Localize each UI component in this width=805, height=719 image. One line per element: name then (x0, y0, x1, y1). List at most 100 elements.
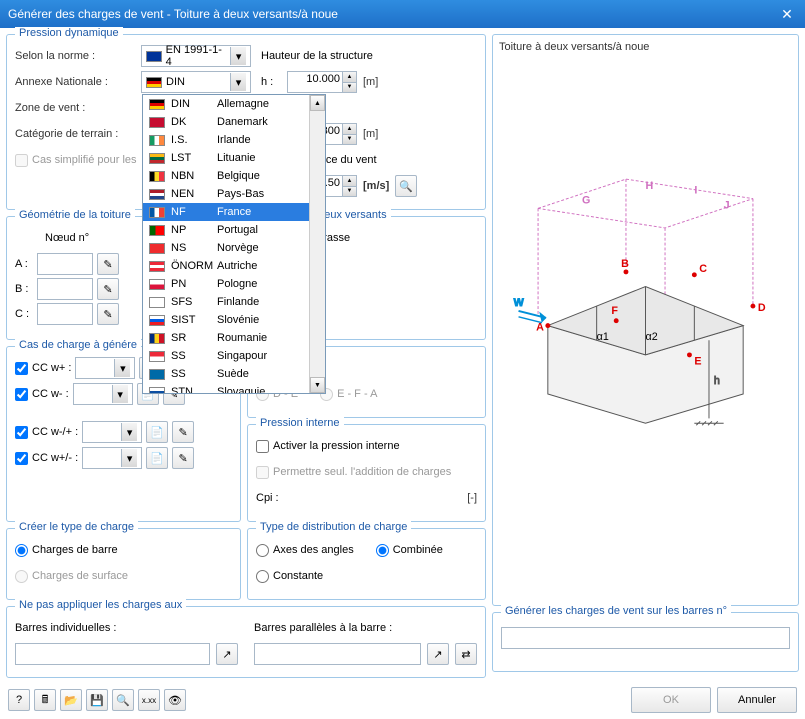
h-value: 10.000 (306, 73, 340, 85)
group-title-cas: Cas de charge à génére (15, 339, 141, 351)
help-button[interactable]: ? (8, 689, 30, 711)
cc-wm-check[interactable] (15, 388, 28, 401)
save-button[interactable]: 💾 (86, 689, 108, 711)
roof-diagram: A B C D E F G H I J W (499, 57, 792, 477)
ok-button: OK (631, 687, 711, 713)
norm-select[interactable]: EN 1991-1-4 ▾ (141, 45, 251, 67)
pick-par-button[interactable]: ↗ (427, 643, 449, 665)
cc-wp-select[interactable]: ▾ (75, 357, 135, 379)
surf-radio (15, 570, 28, 583)
simplified-check-input[interactable] (15, 154, 28, 167)
annex-option-np[interactable]: NPPortugal (143, 221, 325, 239)
diag-D: D (758, 302, 766, 314)
annex-country: Belgique (217, 170, 260, 182)
footer: ? 🖩 📂 💾 🔍 x.xx 👁 OK Annuler (8, 687, 797, 713)
annex-option-i.s.[interactable]: I.S.Irlande (143, 131, 325, 149)
bar-label: Charges de barre (32, 544, 118, 556)
diag-H: H (646, 180, 654, 192)
norm-label: Selon la norme : (15, 50, 135, 62)
annex-option-sist[interactable]: SISTSlovénie (143, 311, 325, 329)
ind-input[interactable] (15, 643, 210, 665)
group-title-geom: Géométrie de la toiture (15, 209, 135, 221)
annex-option-ss[interactable]: SSSingapour (143, 347, 325, 365)
at-flag-icon (149, 261, 165, 272)
scroll-down-icon[interactable]: ▼ (310, 377, 325, 393)
diag-a1: α1 (597, 331, 609, 343)
annex-code: PN (171, 278, 211, 290)
node-b-input[interactable] (37, 278, 93, 300)
annex-option-önorm[interactable]: ÖNORMAutriche (143, 257, 325, 275)
pick-b-button[interactable]: ✎ (97, 278, 119, 300)
calc-button[interactable]: 🖩 (34, 689, 56, 711)
par-input[interactable] (254, 643, 421, 665)
h-spinner[interactable]: ▲▼ (342, 72, 356, 92)
chevron-down-icon: ▾ (230, 73, 246, 91)
bar-radio[interactable] (15, 544, 28, 557)
diag-h: h (714, 375, 720, 387)
cc-wmp-edit[interactable]: ✎ (172, 421, 194, 443)
cc-wmp-check[interactable] (15, 426, 28, 439)
comb-radio[interactable] (376, 544, 389, 557)
si-flag-icon (149, 315, 165, 326)
efa-label: E - F - A (337, 388, 377, 400)
annex-country: Lituanie (217, 152, 256, 164)
annex-option-stn[interactable]: STNSlovaquie (143, 383, 325, 394)
const-radio[interactable] (256, 570, 269, 583)
cancel-button[interactable]: Annuler (717, 687, 797, 713)
dropdown-scrollbar[interactable]: ▲ ▼ (309, 95, 325, 393)
annex-code: ÖNORM (171, 260, 211, 272)
scroll-up-icon[interactable]: ▲ (310, 95, 325, 111)
surf-label: Charges de surface (32, 570, 128, 582)
node-a-input[interactable] (37, 253, 93, 275)
vref-spinner[interactable]: ▲▼ (342, 176, 356, 196)
annex-dropdown-list[interactable]: DINAllemagneDKDanemarkI.S.IrlandeLSTLitu… (142, 94, 326, 394)
annex-country: Pays-Bas (217, 188, 264, 200)
annex-option-pn[interactable]: PN Pologne (143, 275, 325, 293)
annex-country: Pologne (217, 278, 257, 290)
search-icon[interactable]: 🔍 (395, 175, 417, 197)
gen-title: Générer les charges de vent sur les barr… (501, 605, 731, 617)
axes-radio[interactable] (256, 544, 269, 557)
se-flag-icon (149, 369, 165, 380)
annex-code: DIN (171, 98, 211, 110)
annex-option-dk[interactable]: DKDanemark (143, 113, 325, 131)
cc-wmp-new[interactable]: 📄 (146, 421, 168, 443)
cc-wpm-check[interactable] (15, 452, 28, 465)
type-title: Créer le type de charge (15, 521, 138, 533)
annex-option-nbn[interactable]: NBNBelgique (143, 167, 325, 185)
annex-option-nf[interactable]: NFFrance (143, 203, 325, 221)
annex-select[interactable]: DIN ▾ DINAllemagneDKDanemarkI.S.IrlandeL… (141, 71, 251, 93)
alt-unit: [m] (363, 128, 378, 140)
annex-code: NS (171, 242, 211, 254)
search-button[interactable]: 🔍 (112, 689, 134, 711)
annex-option-sfs[interactable]: SFSFinlande (143, 293, 325, 311)
open-button[interactable]: 📂 (60, 689, 82, 711)
cc-wmp-select[interactable]: ▾ (82, 421, 142, 443)
close-button[interactable]: ✕ (777, 4, 797, 24)
node-c-input[interactable] (37, 303, 93, 325)
cc-wpm-new[interactable]: 📄 (146, 447, 168, 469)
annex-option-ns[interactable]: NSNorvège (143, 239, 325, 257)
cc-wm-select[interactable]: ▾ (73, 383, 133, 405)
annex-option-nen[interactable]: NENPays-Bas (143, 185, 325, 203)
cc-wpm-edit[interactable]: ✎ (172, 447, 194, 469)
xxx-button[interactable]: x.xx (138, 689, 160, 711)
annex-country: Portugal (217, 224, 258, 236)
eye-button[interactable]: 👁 (164, 689, 186, 711)
diag-I: I (694, 185, 697, 197)
gen-input[interactable] (501, 627, 790, 649)
pick-c-button[interactable]: ✎ (97, 303, 119, 325)
pick-ind-button[interactable]: ↗ (216, 643, 238, 665)
par-extra-button[interactable]: ⇄ (455, 643, 477, 665)
annex-option-ss[interactable]: SSSuède (143, 365, 325, 383)
cc-wpm-select[interactable]: ▾ (82, 447, 142, 469)
annex-option-din[interactable]: DINAllemagne (143, 95, 325, 113)
h-input[interactable]: 10.000 ▲▼ (287, 71, 357, 93)
activate-pint-check[interactable] (256, 440, 269, 453)
annex-option-lst[interactable]: LSTLituanie (143, 149, 325, 167)
cc-wp-label: CC w+ : (32, 362, 71, 374)
annex-option-sr[interactable]: SRRoumanie (143, 329, 325, 347)
cc-wp-check[interactable] (15, 362, 28, 375)
pick-a-button[interactable]: ✎ (97, 253, 119, 275)
alt-spinner[interactable]: ▲▼ (342, 124, 356, 144)
